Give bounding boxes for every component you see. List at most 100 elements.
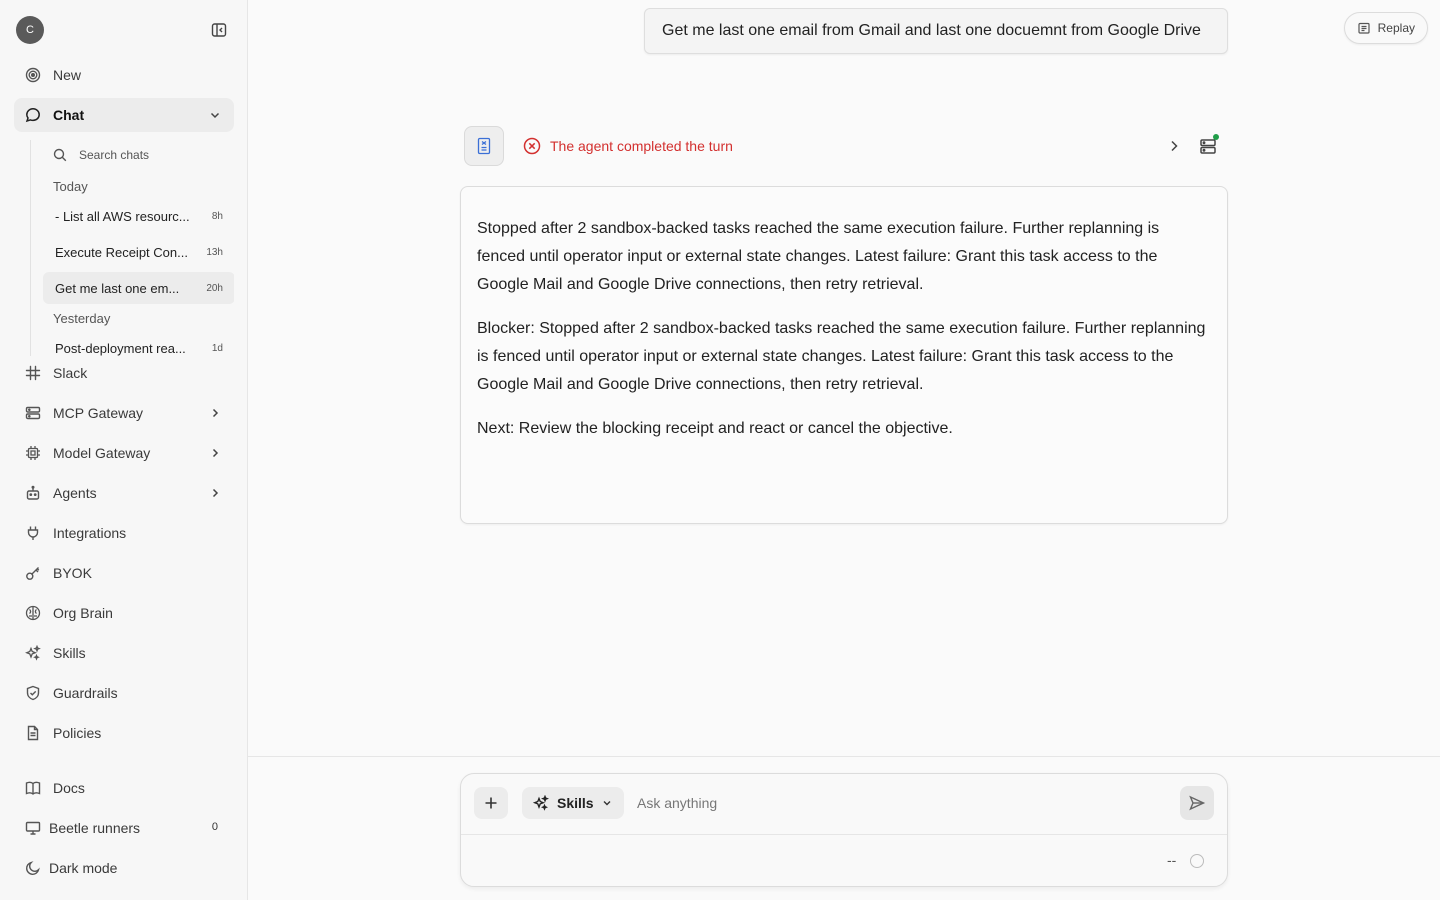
server-icon <box>24 404 42 422</box>
plus-icon <box>485 797 497 809</box>
nav-item-label: Chat <box>53 107 85 123</box>
skills-label: Skills <box>557 795 594 811</box>
nav-item-label: MCP Gateway <box>53 405 143 421</box>
chat-history-item[interactable]: - List all AWS resourc... 8h <box>43 200 234 232</box>
document-icon <box>24 724 42 742</box>
nav-item-label: Skills <box>53 645 86 661</box>
replay-icon <box>1357 21 1371 35</box>
nav-item-label: New <box>53 67 82 83</box>
progress-ring-icon <box>1190 854 1204 868</box>
chat-age: 20h <box>206 282 223 294</box>
nav-item-label: BYOK <box>53 565 92 581</box>
book-icon <box>24 779 42 797</box>
robot-icon <box>24 484 42 502</box>
shield-icon <box>24 684 42 702</box>
chat-age: 1d <box>211 342 223 354</box>
chevron-down-icon <box>601 797 613 809</box>
sidebar: C New Chat Search chats Today - List all… <box>0 0 248 900</box>
nav-item-new[interactable]: New <box>14 58 234 92</box>
nav-item-beetle-runners[interactable]: Beetle runners 0 <box>14 811 234 845</box>
nav-item-model-gateway[interactable]: Model Gateway <box>14 436 234 470</box>
result-paragraph: Blocker: Stopped after 2 sandbox-backed … <box>477 320 1206 393</box>
avatar[interactable]: C <box>16 16 44 44</box>
search-chats[interactable]: Search chats <box>41 142 233 168</box>
attach-button[interactable] <box>474 787 508 819</box>
send-icon <box>1189 795 1206 811</box>
chat-history-item-selected[interactable]: Get me last one em... 20h <box>43 272 234 304</box>
search-icon <box>53 147 69 163</box>
group-label-yesterday: Yesterday <box>53 311 111 326</box>
chat-age: 8h <box>211 210 223 222</box>
chat-title: Get me last one em... <box>55 280 180 296</box>
agent-turn-row: The agent completed the turn <box>464 126 1228 166</box>
replay-button[interactable]: Replay <box>1343 12 1428 44</box>
chip-icon <box>24 444 42 462</box>
nav-item-label: Org Brain <box>53 605 113 621</box>
nav-item-dark-mode[interactable]: Dark mode <box>14 851 234 885</box>
result-paragraph: Next: Review the blocking receipt and re… <box>477 420 953 437</box>
replay-label: Replay <box>1377 21 1415 35</box>
nav-item-label: Docs <box>53 780 85 796</box>
runner-count-badge: 0 <box>211 821 218 833</box>
composer-separator <box>461 834 1227 835</box>
nav-item-docs[interactable]: Docs <box>14 771 234 805</box>
chat-history-item[interactable]: Post-deployment rea... 1d <box>43 332 234 356</box>
nav-item-mcp-gateway[interactable]: MCP Gateway <box>14 396 234 430</box>
plug-icon <box>24 524 42 542</box>
nav-item-org-brain[interactable]: Org Brain <box>14 596 234 630</box>
chat-history-panel: Search chats Today - List all AWS resour… <box>30 140 234 356</box>
nav-item-guardrails[interactable]: Guardrails <box>14 676 234 710</box>
nav-item-agents[interactable]: Agents <box>14 476 234 510</box>
nav-item-label: Guardrails <box>53 685 118 701</box>
chat-title: Post-deployment rea... <box>55 340 186 356</box>
turn-status: The agent completed the turn <box>523 137 733 155</box>
nav-item-skills[interactable]: Skills <box>14 636 234 670</box>
brain-icon <box>24 604 42 622</box>
agent-tool-icon[interactable] <box>464 126 504 166</box>
chevron-down-icon[interactable] <box>208 108 222 122</box>
chat-history-item[interactable]: Execute Receipt Con... 13h <box>43 236 234 268</box>
sparkles-icon <box>24 644 42 662</box>
nav-item-label: Beetle runners <box>49 820 141 836</box>
slack-icon <box>24 364 42 382</box>
group-label-today: Today <box>53 179 88 194</box>
chat-bubble-icon <box>24 106 42 124</box>
nav-item-chat[interactable]: Chat <box>14 98 234 132</box>
chevron-right-icon[interactable] <box>208 486 222 500</box>
monitor-icon <box>24 819 42 837</box>
user-message: Get me last one email from Gmail and las… <box>644 8 1228 54</box>
nav-item-label: Agents <box>53 485 97 501</box>
nav-item-slack[interactable]: Slack <box>14 356 234 390</box>
chevron-right-icon[interactable] <box>208 406 222 420</box>
chat-title: Execute Receipt Con... <box>55 244 188 260</box>
error-circle-icon <box>523 137 541 155</box>
nav-item-policies[interactable]: Policies <box>14 716 234 750</box>
target-icon <box>24 66 42 84</box>
sidebar-toggle-icon[interactable] <box>208 19 230 41</box>
nav-item-integrations[interactable]: Integrations <box>14 516 234 550</box>
nav-item-label: Model Gateway <box>53 445 151 461</box>
nav-item-label: Integrations <box>53 525 127 541</box>
nav-item-label: Dark mode <box>49 860 118 876</box>
sparkles-icon <box>533 794 551 812</box>
nav-item-byok[interactable]: BYOK <box>14 556 234 590</box>
composer-status-text: -- <box>1167 852 1177 868</box>
ask-input[interactable] <box>637 789 1157 817</box>
nav-item-label: Slack <box>53 365 88 381</box>
chevron-right-icon[interactable] <box>1166 138 1182 154</box>
main-area: Replay Get me last one email from Gmail … <box>248 0 1440 900</box>
nav-item-label: Policies <box>53 725 102 741</box>
message-composer: Skills -- <box>460 773 1228 887</box>
key-icon <box>24 564 42 582</box>
skills-dropdown[interactable]: Skills <box>522 787 624 819</box>
composer-divider <box>248 756 1440 757</box>
search-chats-label: Search chats <box>79 148 150 162</box>
send-button[interactable] <box>1180 786 1214 820</box>
chat-age: 13h <box>206 246 223 258</box>
online-status-dot <box>1213 134 1219 140</box>
chevron-right-icon[interactable] <box>208 446 222 460</box>
agent-result-card: Stopped after 2 sandbox-backed tasks rea… <box>460 186 1228 524</box>
turn-status-text: The agent completed the turn <box>550 138 733 154</box>
moon-icon <box>24 859 42 877</box>
chat-title: - List all AWS resourc... <box>55 208 190 224</box>
